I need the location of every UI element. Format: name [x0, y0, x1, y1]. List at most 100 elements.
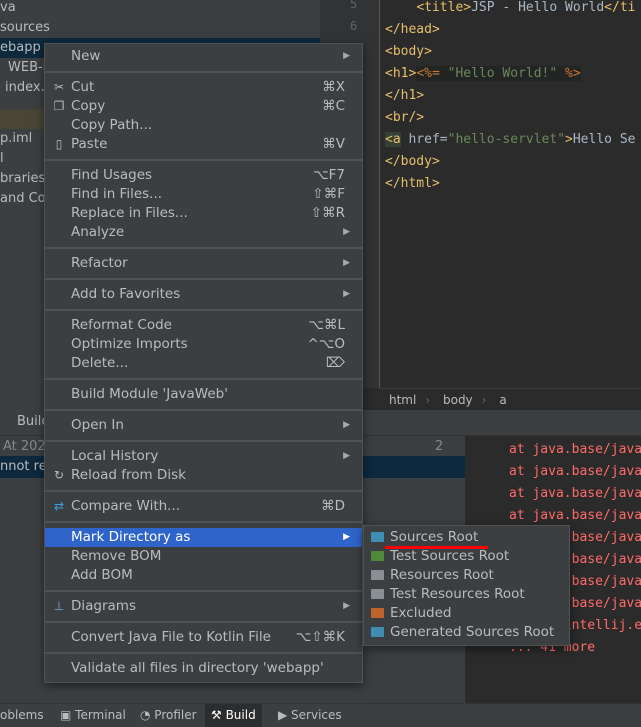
clipboard-icon: ▯ — [55, 137, 63, 151]
menu-item-copy[interactable]: ❐ Copy ⌘C — [45, 97, 362, 116]
menu-item-new[interactable]: New ▶ — [45, 47, 362, 66]
console-line: at java.base/java — [509, 442, 641, 457]
generated-sources-folder-icon — [371, 627, 384, 637]
menu-item-label: Paste — [71, 136, 108, 152]
code-token: <br/> — [385, 110, 425, 125]
menu-item-local-history[interactable]: Local History ▶ — [45, 447, 362, 466]
copy-icon: ❐ — [53, 99, 65, 113]
profiler-tab[interactable]: ◔ Profiler — [134, 704, 203, 727]
code-line[interactable]: <body> — [385, 41, 432, 63]
menu-item-replace-in-files[interactable]: Replace in Files... ⇧⌘R — [45, 204, 362, 223]
menu-item-open-in[interactable]: Open In ▶ — [45, 416, 362, 435]
submenu-arrow-icon: ▶ — [343, 51, 350, 61]
tree-item[interactable]: va — [0, 0, 320, 18]
submenu-item-generated-sources-root[interactable]: Generated Sources Root — [364, 623, 569, 642]
menu-item-label: Convert Java File to Kotlin File — [71, 629, 271, 645]
menu-shortcut: ⌥⌘L — [308, 317, 345, 333]
submenu-item-test-sources-root[interactable]: Test Sources Root — [364, 547, 569, 566]
console-line: at java.base/java — [509, 464, 641, 479]
menu-shortcut: ^⌥O — [307, 336, 346, 352]
breadcrumb-body[interactable]: body — [443, 393, 473, 407]
menu-item-diagrams[interactable]: ⊥ Diagrams ▶ — [45, 597, 362, 616]
submenu-item-resources-root[interactable]: Resources Root — [364, 566, 569, 585]
menu-shortcut: ⌘V — [322, 136, 345, 152]
menu-item-find-usages[interactable]: Find Usages ⌥F7 — [45, 166, 362, 185]
submenu-item-sources-root[interactable]: Sources Root — [364, 528, 569, 547]
menu-item-label: Validate all files in directory 'webapp' — [71, 660, 324, 676]
menu-item-label: Find in Files... — [71, 186, 163, 202]
submenu-item-test-resources-root[interactable]: Test Resources Root — [364, 585, 569, 604]
menu-item-compare-with[interactable]: ⇄ Compare With... ⌘D — [45, 497, 362, 516]
hammer-icon: ⚒ — [211, 708, 226, 722]
code-line[interactable]: </head> — [385, 19, 440, 41]
problems-tab[interactable]: oblems — [0, 704, 50, 727]
menu-item-convert-java-file-to-kotlin-file[interactable]: Convert Java File to Kotlin File ⌥⇧⌘K — [45, 628, 362, 647]
submenu-arrow-icon: ▶ — [343, 258, 350, 268]
code-line[interactable]: <h1><%= "Hello World!" %> — [385, 63, 581, 85]
menu-item-label: Reformat Code — [71, 317, 172, 333]
build-tab-bottom[interactable]: ⚒ Build — [205, 704, 262, 727]
code-line[interactable]: <br/> — [385, 107, 424, 129]
submenu-item-label: Test Sources Root — [390, 548, 510, 564]
code-line[interactable]: </h1> — [385, 85, 424, 107]
menu-item-label: Delete... — [71, 355, 129, 371]
breadcrumb-a[interactable]: a — [499, 393, 506, 407]
menu-item-mark-directory-as[interactable]: Mark Directory as ▶ — [45, 528, 362, 547]
menu-item-paste[interactable]: ▯ Paste ⌘V — [45, 135, 362, 154]
terminal-tab[interactable]: ▣ Terminal — [54, 704, 132, 727]
breadcrumb-html[interactable]: html — [389, 393, 416, 407]
menu-item-label: Analyze — [71, 224, 125, 240]
code-token: <body> — [385, 44, 432, 59]
code-line[interactable]: </body> — [385, 151, 440, 173]
menu-item-build-module-javaweb[interactable]: Build Module 'JavaWeb' — [45, 385, 362, 404]
menu-item-find-in-files[interactable]: Find in Files... ⇧⌘F — [45, 185, 362, 204]
mark-directory-submenu: Sources Root Test Sources Root Resources R… — [363, 525, 570, 646]
code-line[interactable]: </html> — [385, 173, 440, 195]
code-token: > — [565, 132, 573, 147]
menu-shortcut: ⌥⇧⌘K — [295, 629, 345, 645]
tool-window-bar: oblems ▣ Terminal ◔ Profiler ⚒ Build ▶ S… — [0, 703, 641, 727]
profiler-icon: ◔ — [140, 708, 155, 722]
menu-item-label: Diagrams — [71, 598, 136, 614]
menu-separator — [45, 516, 362, 528]
breadcrumb: html › body › a — [380, 388, 641, 410]
code-line[interactable]: <title>JSP - Hello World</ti — [385, 0, 635, 19]
menu-item-validate-all-files-in-directory-webapp[interactable]: Validate all files in directory 'webapp' — [45, 659, 362, 678]
menu-item-label: Add to Favorites — [71, 286, 181, 302]
submenu-item-label: Excluded — [390, 605, 452, 621]
menu-item-add-bom[interactable]: Add BOM — [45, 566, 362, 585]
line-number: 5 — [350, 0, 358, 11]
menu-item-label: Local History — [71, 448, 159, 464]
menu-item-add-to-favorites[interactable]: Add to Favorites ▶ — [45, 285, 362, 304]
code-token: href= — [400, 132, 448, 147]
menu-item-label: Optimize Imports — [71, 336, 188, 352]
menu-item-delete[interactable]: Delete... ⌦ — [45, 354, 362, 373]
menu-item-remove-bom[interactable]: Remove BOM — [45, 547, 362, 566]
test-resources-folder-icon — [371, 589, 384, 599]
code-token: </html> — [385, 176, 440, 191]
menu-item-label: Refactor — [71, 255, 128, 271]
code-token: JSP - Hello World — [471, 0, 605, 15]
menu-item-label: Remove BOM — [71, 548, 162, 564]
menu-item-reload-from-disk[interactable]: ↻ Reload from Disk — [45, 466, 362, 485]
menu-item-analyze[interactable]: Analyze ▶ — [45, 223, 362, 242]
menu-shortcut: ⌘C — [322, 98, 345, 114]
code-token: </ti — [604, 0, 636, 15]
sources-root-folder-icon — [371, 532, 384, 542]
build-label: Build — [225, 708, 256, 722]
menu-item-label: Open In — [71, 417, 124, 433]
menu-item-optimize-imports[interactable]: Optimize Imports ^⌥O — [45, 335, 362, 354]
terminal-icon: ▣ — [60, 708, 76, 722]
menu-item-cut[interactable]: ✂ Cut ⌘X — [45, 78, 362, 97]
submenu-item-excluded[interactable]: Excluded — [364, 604, 569, 623]
red-underline-annotation — [385, 546, 488, 549]
terminal-label: Terminal — [75, 708, 126, 722]
menu-item-reformat-code[interactable]: Reformat Code ⌥⌘L — [45, 316, 362, 335]
menu-separator — [45, 585, 362, 597]
menu-item-copy-path[interactable]: Copy Path... — [45, 116, 362, 135]
menu-item-refactor[interactable]: Refactor ▶ — [45, 254, 362, 273]
tree-item[interactable]: sources — [0, 18, 320, 38]
submenu-item-label: Generated Sources Root — [390, 624, 555, 640]
services-tab[interactable]: ▶ Services — [272, 704, 348, 727]
code-line[interactable]: <a href="hello-servlet">Hello Se — [385, 129, 635, 151]
